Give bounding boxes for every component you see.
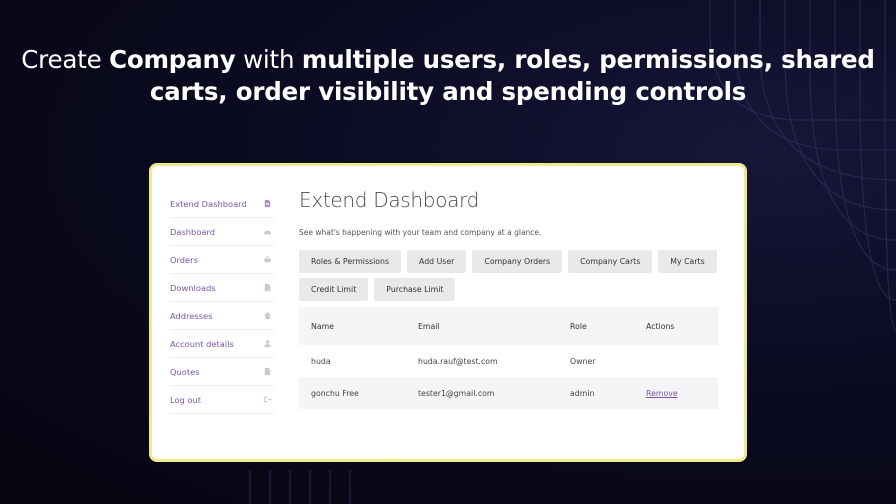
headline-part1: Create (21, 45, 110, 74)
sidebar-item-label: Addresses (170, 310, 213, 321)
credit-limit-button[interactable]: Credit Limit (299, 278, 369, 301)
document-icon (262, 199, 272, 209)
headline-part3: with (235, 45, 302, 74)
sidebar-item-addresses[interactable]: Addresses (170, 302, 274, 330)
action-buttons: Roles & Permissions Add User Company Ord… (299, 250, 719, 301)
page-title: Extend Dashboard (299, 188, 480, 212)
company-orders-button[interactable]: Company Orders (472, 250, 563, 273)
sidebar-item-label: Dashboard (170, 226, 216, 237)
user-role: Owner (558, 345, 634, 377)
add-user-button[interactable]: Add User (407, 250, 467, 273)
user-email: huda.rauf@test.com (406, 345, 558, 377)
logout-icon (262, 395, 272, 405)
column-header-email: Email (406, 307, 558, 345)
sidebar-item-downloads[interactable]: Downloads (170, 274, 274, 302)
sidebar: Extend Dashboard Dashboard Orders Downlo… (170, 190, 274, 414)
headline-company: Company (109, 45, 236, 74)
gauge-icon (262, 227, 272, 237)
column-header-name: Name (299, 307, 406, 345)
table-row: huda huda.rauf@test.com Owner (299, 345, 718, 377)
file-icon (262, 283, 272, 293)
basket-icon (262, 255, 272, 265)
sidebar-item-label: Account details (170, 338, 234, 349)
user-action: Remove (634, 377, 718, 409)
user-name: huda (299, 345, 406, 377)
users-table: Name Email Role Actions huda huda.rauf@t… (299, 307, 718, 409)
user-role: admin (558, 377, 634, 409)
home-icon (262, 311, 272, 321)
sidebar-item-label: Orders (170, 254, 198, 265)
sidebar-item-dashboard[interactable]: Dashboard (170, 218, 274, 246)
sidebar-item-orders[interactable]: Orders (170, 246, 274, 274)
main-content: Extend Dashboard See what's happening wi… (299, 188, 719, 409)
my-carts-button[interactable]: My Carts (658, 250, 717, 273)
sidebar-item-label: Extend Dashboard (170, 198, 247, 209)
sidebar-item-label: Log out (170, 394, 202, 405)
headline: Create Company with multiple users, role… (0, 44, 896, 108)
user-action (634, 345, 718, 377)
roles-permissions-button[interactable]: Roles & Permissions (299, 250, 402, 273)
sidebar-item-extend-dashboard[interactable]: Extend Dashboard (170, 190, 274, 218)
dashboard-card: Extend Dashboard Dashboard Orders Downlo… (149, 163, 747, 462)
sidebar-item-label: Downloads (170, 282, 216, 293)
user-icon (262, 339, 272, 349)
sidebar-item-quotes[interactable]: Quotes (170, 358, 274, 386)
sidebar-item-log-out[interactable]: Log out (170, 386, 274, 414)
column-header-role: Role (558, 307, 634, 345)
purchase-limit-button[interactable]: Purchase Limit (374, 278, 456, 301)
user-email: tester1@gmail.com (406, 377, 558, 409)
file-icon (262, 367, 272, 377)
remove-link[interactable]: Remove (646, 389, 678, 398)
user-name: gonchu Free (299, 377, 406, 409)
sidebar-item-label: Quotes (170, 366, 200, 377)
table-row: gonchu Free tester1@gmail.com admin Remo… (299, 377, 718, 409)
sidebar-item-account-details[interactable]: Account details (170, 330, 274, 358)
column-header-actions: Actions (634, 307, 718, 345)
page-subtitle: See what's happening with your team and … (299, 228, 542, 237)
table-header-row: Name Email Role Actions (299, 307, 718, 345)
company-carts-button[interactable]: Company Carts (568, 250, 653, 273)
